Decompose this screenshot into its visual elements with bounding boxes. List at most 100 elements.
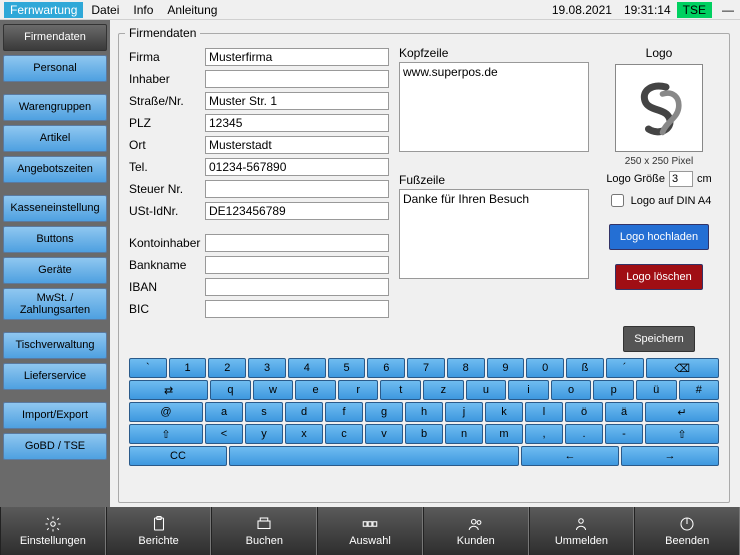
- key-n[interactable]: n: [445, 424, 483, 444]
- key-space[interactable]: [229, 446, 519, 466]
- key-r[interactable]: r: [338, 380, 379, 400]
- input-firma[interactable]: [205, 48, 389, 66]
- button-logo-delete[interactable]: Logo löschen: [615, 264, 702, 290]
- bottom-ummelden[interactable]: Ummelden: [529, 507, 635, 555]
- key-´[interactable]: ´: [606, 358, 644, 378]
- key-⇧[interactable]: ⇧: [129, 424, 203, 444]
- key-8[interactable]: 8: [447, 358, 485, 378]
- key-l[interactable]: l: [525, 402, 563, 422]
- key-.[interactable]: .: [565, 424, 603, 444]
- sidebar-item-geraete[interactable]: Geräte: [3, 257, 107, 284]
- input-bic[interactable]: [205, 300, 389, 318]
- textarea-fusszeile[interactable]: Danke für Ihren Besuch: [399, 189, 589, 279]
- bottom-einstellungen[interactable]: Einstellungen: [0, 507, 106, 555]
- key-6[interactable]: 6: [367, 358, 405, 378]
- input-plz[interactable]: [205, 114, 389, 132]
- key-⇄[interactable]: ⇄: [129, 380, 208, 400]
- key-d[interactable]: d: [285, 402, 323, 422]
- sidebar-item-buttons[interactable]: Buttons: [3, 226, 107, 253]
- key-9[interactable]: 9: [487, 358, 525, 378]
- key--[interactable]: -: [605, 424, 643, 444]
- key-7[interactable]: 7: [407, 358, 445, 378]
- checkbox-logo-dina4-wrapper[interactable]: Logo auf DIN A4: [607, 191, 712, 210]
- key-,[interactable]: ,: [525, 424, 563, 444]
- key-3[interactable]: 3: [248, 358, 286, 378]
- key-h[interactable]: h: [405, 402, 443, 422]
- key-⇧[interactable]: ⇧: [645, 424, 719, 444]
- textarea-kopfzeile[interactable]: www.superpos.de: [399, 62, 589, 152]
- menu-fernwartung[interactable]: Fernwartung: [4, 2, 83, 18]
- button-logo-upload[interactable]: Logo hochladen: [609, 224, 709, 250]
- key-m[interactable]: m: [485, 424, 523, 444]
- menu-anleitung[interactable]: Anleitung: [161, 2, 223, 18]
- key-k[interactable]: k: [485, 402, 523, 422]
- key-←[interactable]: ←: [521, 446, 619, 466]
- menu-datei[interactable]: Datei: [85, 2, 125, 18]
- key-ß[interactable]: ß: [566, 358, 604, 378]
- key-#[interactable]: #: [679, 380, 720, 400]
- sidebar-item-import-export[interactable]: Import/Export: [3, 402, 107, 429]
- key-ä[interactable]: ä: [605, 402, 643, 422]
- key-a[interactable]: a: [205, 402, 243, 422]
- key-z[interactable]: z: [423, 380, 464, 400]
- input-ort[interactable]: [205, 136, 389, 154]
- key-v[interactable]: v: [365, 424, 403, 444]
- key-f[interactable]: f: [325, 402, 363, 422]
- sidebar-item-mwst-zahlungsarten[interactable]: MwSt. / Zahlungsarten: [3, 288, 107, 320]
- key-5[interactable]: 5: [328, 358, 366, 378]
- key-ü[interactable]: ü: [636, 380, 677, 400]
- input-tel[interactable]: [205, 158, 389, 176]
- key-↵[interactable]: ↵: [645, 402, 719, 422]
- key-1[interactable]: 1: [169, 358, 207, 378]
- key-p[interactable]: p: [593, 380, 634, 400]
- key-<[interactable]: <: [205, 424, 243, 444]
- key-→[interactable]: →: [621, 446, 719, 466]
- checkbox-logo-dina4[interactable]: [611, 194, 624, 207]
- bottom-kunden[interactable]: Kunden: [423, 507, 529, 555]
- sidebar-item-artikel[interactable]: Artikel: [3, 125, 107, 152]
- key-w[interactable]: w: [253, 380, 294, 400]
- key-y[interactable]: y: [245, 424, 283, 444]
- key-CC[interactable]: CC: [129, 446, 227, 466]
- input-logo-size[interactable]: [669, 171, 693, 187]
- key-e[interactable]: e: [295, 380, 336, 400]
- sidebar-item-personal[interactable]: Personal: [3, 55, 107, 82]
- sidebar-item-warengruppen[interactable]: Warengruppen: [3, 94, 107, 121]
- input-bankname[interactable]: [205, 256, 389, 274]
- key-i[interactable]: i: [508, 380, 549, 400]
- key-t[interactable]: t: [380, 380, 421, 400]
- input-steuer[interactable]: [205, 180, 389, 198]
- key-2[interactable]: 2: [208, 358, 246, 378]
- input-ustid[interactable]: [205, 202, 389, 220]
- key-ö[interactable]: ö: [565, 402, 603, 422]
- window-minimize-button[interactable]: —: [718, 3, 736, 17]
- input-inhaber[interactable]: [205, 70, 389, 88]
- key-@[interactable]: @: [129, 402, 203, 422]
- key-j[interactable]: j: [445, 402, 483, 422]
- sidebar-item-lieferservice[interactable]: Lieferservice: [3, 363, 107, 390]
- key-c[interactable]: c: [325, 424, 363, 444]
- key-4[interactable]: 4: [288, 358, 326, 378]
- menu-info[interactable]: Info: [127, 2, 159, 18]
- key-b[interactable]: b: [405, 424, 443, 444]
- key-`[interactable]: `: [129, 358, 167, 378]
- key-⌫[interactable]: ⌫: [646, 358, 719, 378]
- input-strasse[interactable]: [205, 92, 389, 110]
- key-x[interactable]: x: [285, 424, 323, 444]
- input-kontoinhaber[interactable]: [205, 234, 389, 252]
- button-save[interactable]: Speichern: [623, 326, 695, 352]
- sidebar-item-kasseneinstellung[interactable]: Kasseneinstellung: [3, 195, 107, 222]
- key-q[interactable]: q: [210, 380, 251, 400]
- bottom-berichte[interactable]: Berichte: [106, 507, 212, 555]
- bottom-beenden[interactable]: Beenden: [634, 507, 740, 555]
- bottom-buchen[interactable]: Buchen: [211, 507, 317, 555]
- key-0[interactable]: 0: [526, 358, 564, 378]
- sidebar-item-angebotszeiten[interactable]: Angebotszeiten: [3, 156, 107, 183]
- sidebar-item-firmendaten[interactable]: Firmendaten: [3, 24, 107, 51]
- key-s[interactable]: s: [245, 402, 283, 422]
- sidebar-item-tischverwaltung[interactable]: Tischverwaltung: [3, 332, 107, 359]
- input-iban[interactable]: [205, 278, 389, 296]
- key-u[interactable]: u: [466, 380, 507, 400]
- sidebar-item-gobd-tse[interactable]: GoBD / TSE: [3, 433, 107, 460]
- key-g[interactable]: g: [365, 402, 403, 422]
